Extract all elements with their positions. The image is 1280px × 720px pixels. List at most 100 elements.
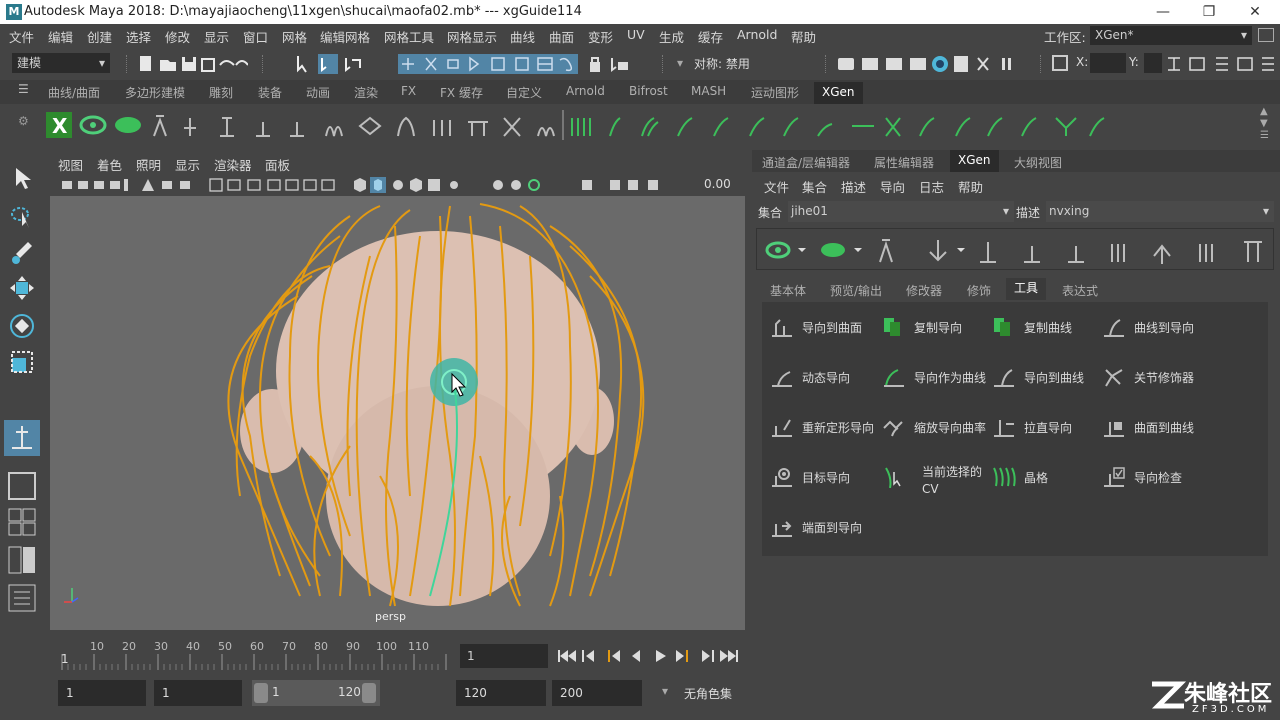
chevron-down-icon[interactable]: ▾ <box>662 684 668 698</box>
tab-outliner[interactable]: 大纲视图 <box>1014 154 1062 171</box>
last-tool-button[interactable] <box>4 420 40 456</box>
menu-uv[interactable]: UV <box>627 27 645 42</box>
file-tools-icons[interactable] <box>138 55 248 73</box>
vp-menu-show[interactable]: 显示 <box>175 155 200 174</box>
subtab-preview-output[interactable]: 预览/输出 <box>830 282 882 299</box>
shelf-menu-icon[interactable]: ☰ <box>1260 130 1269 141</box>
xgen-shelf-icons[interactable]: X <box>44 106 1114 146</box>
tool-dynamic-guides[interactable]: 动态导向 <box>764 356 882 396</box>
panel-layout-icons[interactable] <box>1164 54 1276 74</box>
move-tool-icon[interactable] <box>8 274 36 302</box>
outliner-layout-icon[interactable] <box>8 584 36 612</box>
tool-current-selected-cv[interactable]: 当前选择的 CV <box>876 456 994 496</box>
vp-menu-lighting[interactable]: 照明 <box>136 155 161 174</box>
shelf-settings-icon[interactable]: ⚙ <box>18 114 29 128</box>
tool-scale-guide-curvature[interactable]: 缩放导向曲率 <box>876 406 994 446</box>
menu-surfaces[interactable]: 曲面 <box>549 27 574 46</box>
range-slider-left-handle[interactable] <box>254 683 268 703</box>
menu-mesh-tools[interactable]: 网格工具 <box>384 27 434 46</box>
description-dropdown[interactable]: nvxing ▾ <box>1046 201 1274 222</box>
vp-menu-view[interactable]: 视图 <box>58 155 83 174</box>
menu-deform[interactable]: 变形 <box>588 27 613 46</box>
vp-menu-panels[interactable]: 面板 <box>265 155 290 174</box>
playback-controls[interactable] <box>556 646 740 666</box>
selection-mask-icons[interactable] <box>294 54 364 74</box>
collection-dropdown[interactable]: jihe01 ▾ <box>788 201 1014 222</box>
tool-guides-to-surface[interactable]: 导向到曲面 <box>764 306 882 346</box>
tool-target-guides[interactable]: 目标导向 <box>764 456 882 496</box>
menuset-dropdown[interactable]: 建模 ▾ <box>12 53 110 73</box>
shelf-tab-arnold[interactable]: Arnold <box>566 84 605 98</box>
chevron-down-icon[interactable]: ▾ <box>677 56 683 70</box>
subtab-grooming[interactable]: 修饰 <box>967 282 991 299</box>
tool-guide-check[interactable]: 导向检查 <box>1096 456 1214 496</box>
subtab-modifiers[interactable]: 修改器 <box>906 282 942 299</box>
current-frame-field[interactable]: 1 <box>460 644 548 668</box>
menu-select[interactable]: 选择 <box>126 27 151 46</box>
tool-copy-guides[interactable]: 复制导向 <box>876 306 994 346</box>
shelf-tab-fx[interactable]: FX <box>401 84 416 98</box>
tool-tubes-to-guides[interactable]: 端面到导向 <box>764 506 882 546</box>
menu-arnold[interactable]: Arnold <box>737 27 777 42</box>
menu-edit-mesh[interactable]: 编辑网格 <box>320 27 370 46</box>
menu-edit[interactable]: 编辑 <box>48 27 73 46</box>
xgen-guide-tools-icons[interactable] <box>760 232 1270 268</box>
viewport-canvas[interactable] <box>50 196 745 630</box>
tool-joint-groomer[interactable]: 关节修饰器 <box>1096 356 1214 396</box>
lasso-tool-icon[interactable] <box>8 202 36 230</box>
xgen-menu-collection[interactable]: 集合 <box>802 177 827 196</box>
shelf-tab-custom[interactable]: 自定义 <box>506 84 542 101</box>
tab-attribute-editor[interactable]: 属性编辑器 <box>874 154 934 171</box>
menu-file[interactable]: 文件 <box>9 27 34 46</box>
rotate-tool-icon[interactable] <box>8 312 36 340</box>
panel-toggle-icon[interactable] <box>1258 28 1274 42</box>
subtab-primitives[interactable]: 基本体 <box>770 282 806 299</box>
close-button[interactable]: ✕ <box>1240 2 1270 22</box>
shelf-menu-icon[interactable]: ☰ <box>18 82 29 96</box>
subtab-utilities[interactable]: 工具 <box>1006 278 1047 300</box>
menu-mesh-display[interactable]: 网格显示 <box>447 27 497 46</box>
minimize-button[interactable]: — <box>1148 2 1178 22</box>
two-view-layout-icon[interactable] <box>8 546 36 574</box>
lock-icons[interactable] <box>586 54 636 74</box>
menu-cache[interactable]: 缓存 <box>698 27 723 46</box>
shelf-tab-motion-graphics[interactable]: 运动图形 <box>751 84 799 101</box>
menu-display[interactable]: 显示 <box>204 27 229 46</box>
restore-button[interactable]: ❐ <box>1194 2 1224 22</box>
menu-create[interactable]: 创建 <box>87 27 112 46</box>
tool-lattice[interactable]: 晶格 <box>986 456 1104 496</box>
vp-menu-shading[interactable]: 着色 <box>97 155 122 174</box>
single-view-layout-icon[interactable] <box>8 472 36 500</box>
paint-select-icon[interactable] <box>8 238 36 266</box>
tool-guides-as-curves[interactable]: 导向作为曲线 <box>876 356 994 396</box>
four-view-layout-icon[interactable] <box>8 508 36 536</box>
shelf-tab-polygon[interactable]: 多边形建模 <box>125 84 185 101</box>
workspace-dropdown[interactable]: XGen* ▾ <box>1090 26 1252 45</box>
animation-end-field[interactable]: 200 <box>552 680 642 706</box>
shelf-tab-mash[interactable]: MASH <box>691 84 726 98</box>
x-input[interactable] <box>1090 53 1126 73</box>
vp-menu-renderer[interactable]: 渲染器 <box>214 155 252 174</box>
menu-help[interactable]: 帮助 <box>791 27 816 46</box>
tool-straighten-guides[interactable]: 拉直导向 <box>986 406 1104 446</box>
tool-guides-to-curves[interactable]: 导向到曲线 <box>986 356 1104 396</box>
tool-surface-to-curves[interactable]: 曲面到曲线 <box>1096 406 1214 446</box>
menu-curves[interactable]: 曲线 <box>510 27 535 46</box>
range-slider-right-handle[interactable] <box>362 683 376 703</box>
animation-start-field[interactable]: 1 <box>58 680 146 706</box>
viewport-toolbar-icons[interactable] <box>58 177 678 193</box>
tab-channel-box[interactable]: 通道盒/层编辑器 <box>762 154 850 171</box>
shelf-tab-sculpt[interactable]: 雕刻 <box>209 84 233 101</box>
shelf-tab-fx-cache[interactable]: FX 缓存 <box>440 84 483 101</box>
xgen-menu-file[interactable]: 文件 <box>764 177 789 196</box>
shelf-scroll-up-icon[interactable]: ▲ <box>1260 106 1268 117</box>
menu-generate[interactable]: 生成 <box>659 27 684 46</box>
range-slider[interactable]: 1 120 <box>252 680 380 706</box>
transform-mode-icon[interactable] <box>1052 55 1068 71</box>
xgen-menu-guides[interactable]: 导向 <box>880 177 905 196</box>
xgen-menu-help[interactable]: 帮助 <box>958 177 983 196</box>
xgen-menu-log[interactable]: 日志 <box>919 177 944 196</box>
subtab-expressions[interactable]: 表达式 <box>1062 282 1098 299</box>
render-tools-icons[interactable] <box>836 54 1020 74</box>
shelf-tab-rendering[interactable]: 渲染 <box>354 84 378 101</box>
